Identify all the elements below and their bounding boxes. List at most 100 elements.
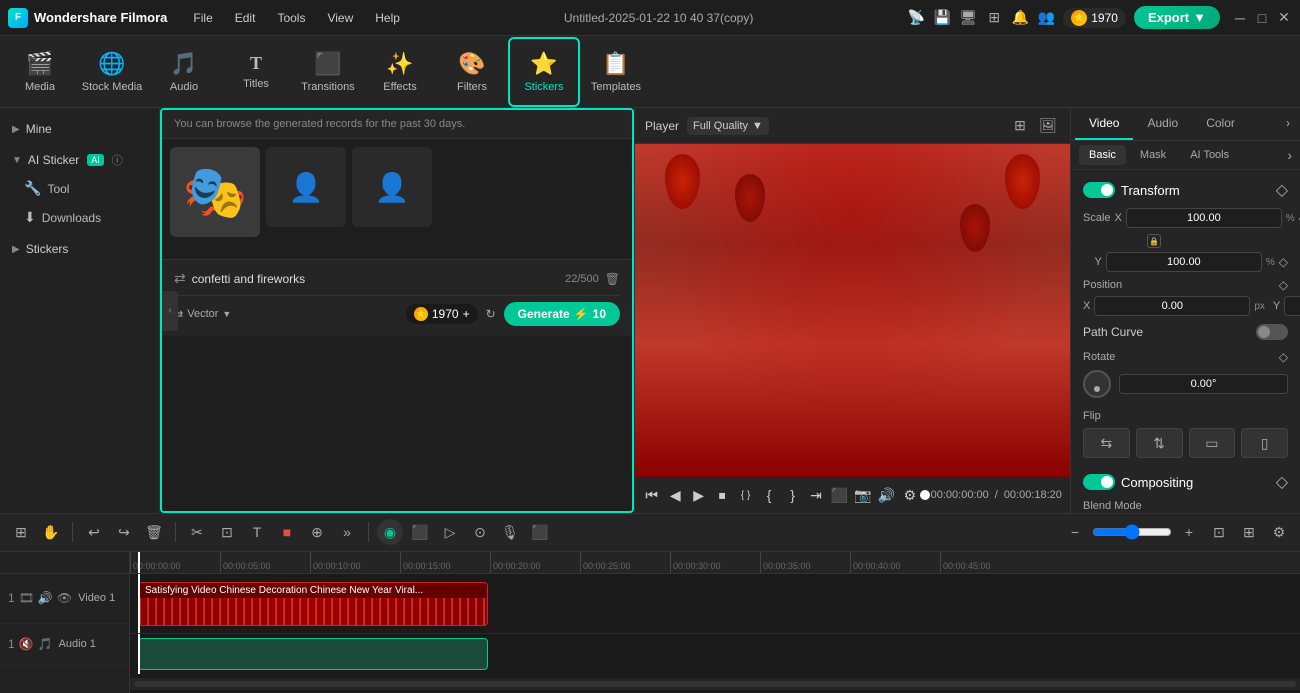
bell-icon[interactable]: 🔔 <box>1011 9 1029 27</box>
sidebar-item-ai-sticker[interactable]: ▼ AI Sticker AI ⓘ <box>0 146 159 174</box>
video-clip[interactable]: Satisfying Video Chinese Decoration Chin… <box>138 582 488 626</box>
stop-button[interactable]: ⏹ <box>713 483 730 507</box>
clone-button[interactable]: ⊕ <box>304 519 330 545</box>
type-button[interactable]: T <box>244 519 270 545</box>
audio-clip[interactable] <box>138 638 488 670</box>
zoom-fit-btn[interactable]: ⊡ <box>1206 519 1232 545</box>
video-track-audio[interactable]: 🔊 <box>38 591 53 605</box>
loop-button[interactable]: { } <box>737 483 754 507</box>
more-button[interactable]: » <box>334 519 360 545</box>
audio-btn[interactable]: 🎙 <box>497 519 523 545</box>
sticker-item-face[interactable]: 🎭 <box>170 147 260 237</box>
toolbar-templates[interactable]: 📋 Templates <box>580 37 652 107</box>
select-tool-button[interactable]: ⊞ <box>8 519 34 545</box>
menu-tools[interactable]: Tools <box>267 8 315 28</box>
ripple-btn[interactable]: ◉ <box>377 519 403 545</box>
sub-tab-more[interactable]: › <box>1287 147 1292 163</box>
sidebar-item-downloads[interactable]: ⬇ Downloads <box>0 203 159 232</box>
community-icon[interactable]: 👥 <box>1037 9 1055 27</box>
position-keyframe[interactable]: ◇ <box>1279 278 1288 292</box>
export-button[interactable]: Export ▼ <box>1134 6 1220 29</box>
toolbar-audio[interactable]: 🎵 Audio <box>148 37 220 107</box>
toolbar-stickers[interactable]: ⭐ Stickers <box>508 37 580 107</box>
rotate-keyframe[interactable]: ◇ <box>1279 350 1288 364</box>
scale-y-keyframe[interactable]: ◇ <box>1279 255 1288 269</box>
flip-h-button[interactable]: ⇆ <box>1083 428 1130 458</box>
compositing-toggle[interactable] <box>1083 474 1115 490</box>
mark-in-button[interactable]: { <box>760 483 777 507</box>
ai-cut-button[interactable]: ⬛ <box>407 519 433 545</box>
toolbar-effects[interactable]: ✨ Effects <box>364 37 436 107</box>
collapse-button[interactable]: ‹ <box>162 291 178 331</box>
rotate-dial[interactable] <box>1083 370 1111 398</box>
menu-view[interactable]: View <box>317 8 363 28</box>
skip-back-button[interactable]: ⏮ <box>643 483 660 507</box>
minimize-button[interactable]: ─ <box>1232 10 1248 26</box>
menu-file[interactable]: File <box>183 8 222 28</box>
zoom-out-btn[interactable]: − <box>1062 519 1088 545</box>
sidebar-item-tool[interactable]: 🔧 Tool <box>0 174 159 203</box>
menu-help[interactable]: Help <box>365 8 410 28</box>
path-curve-toggle[interactable] <box>1256 324 1288 340</box>
transform-reset-icon[interactable]: ◇ <box>1276 180 1288 200</box>
gen-prompt-input[interactable] <box>192 272 559 286</box>
color-btn[interactable]: ■ <box>274 519 300 545</box>
hand-tool-button[interactable]: ✋ <box>38 519 64 545</box>
scale-lock-icon[interactable]: 🔒 <box>1147 234 1161 248</box>
sticker-item-2[interactable]: 👤 <box>352 147 432 227</box>
video-track-eye[interactable]: 👁 <box>57 591 72 605</box>
zoom-slider[interactable] <box>1092 524 1172 540</box>
menu-edit[interactable]: Edit <box>225 8 266 28</box>
sidebar-item-mine[interactable]: ▶ Mine <box>0 116 159 142</box>
transform-toggle[interactable] <box>1083 182 1115 198</box>
delete-button[interactable]: 🗑 <box>141 519 167 545</box>
zoom-in-btn[interactable]: + <box>1176 519 1202 545</box>
tab-more[interactable]: › <box>1280 108 1296 140</box>
toolbar-filters[interactable]: 🎨 Filters <box>436 37 508 107</box>
pos-y-input[interactable] <box>1284 296 1300 316</box>
gen-trash-icon[interactable]: 🗑 <box>605 272 620 286</box>
sub-tab-mask[interactable]: Mask <box>1130 145 1176 165</box>
video-track-clip[interactable]: 🎞 <box>19 591 34 605</box>
sub-tab-basic[interactable]: Basic <box>1079 145 1126 165</box>
broadcast-icon[interactable]: 📡 <box>907 9 925 27</box>
audio-track-solo[interactable]: 🎵 <box>38 637 53 651</box>
grid-view-icon[interactable]: ⊞ <box>1008 114 1032 138</box>
tab-color[interactable]: Color <box>1192 108 1249 140</box>
compositing-reset-icon[interactable]: ◇ <box>1276 472 1288 492</box>
flip-v-button[interactable]: ⇅ <box>1136 428 1183 458</box>
scrollbar-track[interactable] <box>134 681 1296 687</box>
rotate-input[interactable] <box>1119 374 1288 394</box>
volume-button[interactable]: 🔊 <box>878 483 895 507</box>
layout-btn[interactable]: ⊞ <box>1236 519 1262 545</box>
generate-button[interactable]: Generate ⚡ 10 <box>504 302 620 326</box>
motion-btn[interactable]: ▷ <box>437 519 463 545</box>
gen-refresh-icon[interactable]: ↻ <box>486 307 496 321</box>
mark-out-button[interactable]: } <box>784 483 801 507</box>
pos-x-input[interactable] <box>1094 296 1250 316</box>
toolbar-stock[interactable]: 🌐 Stock Media <box>76 37 148 107</box>
settings-ctrl-icon[interactable]: ⚙ <box>901 483 918 507</box>
extract-button[interactable]: ⇥ <box>807 483 824 507</box>
sticker-item-1[interactable]: 👤 <box>266 147 346 227</box>
save-icon[interactable]: 💾 <box>933 9 951 27</box>
undo-button[interactable]: ↩ <box>81 519 107 545</box>
sidebar-item-stickers[interactable]: ▶ Stickers <box>0 236 159 262</box>
sub-tab-aitools[interactable]: AI Tools <box>1180 145 1239 165</box>
play-button[interactable]: ▶ <box>690 483 707 507</box>
scale-x-input[interactable] <box>1126 208 1282 228</box>
playhead[interactable] <box>138 552 140 573</box>
toolbar-media[interactable]: 🎬 Media <box>4 37 76 107</box>
flip-rect2-button[interactable]: ▯ <box>1241 428 1288 458</box>
maximize-button[interactable]: □ <box>1254 10 1270 26</box>
audio-track-mute[interactable]: 🔇 <box>19 637 34 651</box>
monitor-icon[interactable]: 🖥 <box>959 9 977 27</box>
apps-icon[interactable]: ⊞ <box>985 9 1003 27</box>
tab-audio[interactable]: Audio <box>1133 108 1192 140</box>
stabilize-btn[interactable]: ⊙ <box>467 519 493 545</box>
frame-back-button[interactable]: ◀ <box>666 483 683 507</box>
tab-video[interactable]: Video <box>1075 108 1133 140</box>
scale-y-input[interactable] <box>1106 252 1262 272</box>
toolbar-transitions[interactable]: ⬛ Transitions <box>292 37 364 107</box>
close-button[interactable]: ✕ <box>1276 10 1292 26</box>
